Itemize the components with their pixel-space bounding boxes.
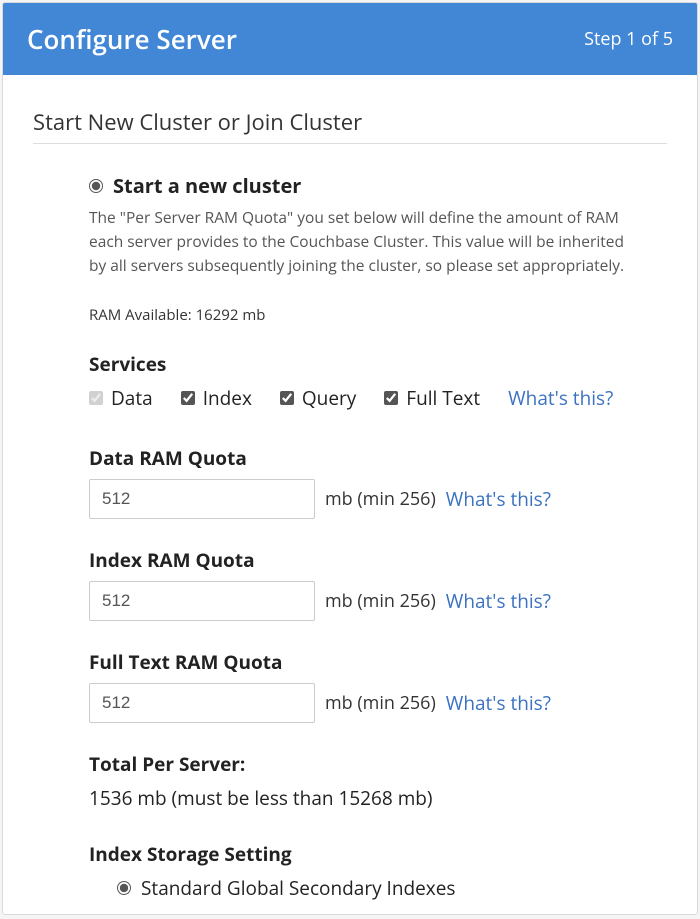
- ram-available: RAM Available: 16292 mb: [89, 305, 637, 325]
- fulltext-quota-whats-this-link[interactable]: What's this?: [446, 690, 551, 716]
- data-quota-note: mb (min 256): [325, 487, 436, 511]
- service-data-label: Data: [111, 385, 153, 411]
- service-query-checkbox[interactable]: [280, 391, 294, 405]
- storage-standard-radio[interactable]: [117, 881, 131, 895]
- page-title: Configure Server: [27, 21, 237, 57]
- service-index-label: Index: [203, 385, 252, 411]
- data-quota-label: Data RAM Quota: [89, 445, 637, 471]
- index-storage-heading: Index Storage Setting: [89, 841, 637, 867]
- cluster-config: Start a new cluster The "Per Server RAM …: [33, 172, 667, 915]
- total-value: 1536 mb (must be less than 15268 mb): [89, 785, 637, 811]
- total-label: Total Per Server:: [89, 751, 637, 777]
- step-indicator: Step 1 of 5: [584, 27, 673, 51]
- service-fulltext-checkbox[interactable]: [384, 391, 398, 405]
- index-quota-label: Index RAM Quota: [89, 547, 637, 573]
- index-quota-note: mb (min 256): [325, 589, 436, 613]
- storage-standard-option[interactable]: Standard Global Secondary Indexes: [117, 875, 637, 901]
- data-quota-group: Data RAM Quota mb (min 256) What's this?: [89, 445, 637, 519]
- cluster-description: The "Per Server RAM Quota" you set below…: [89, 205, 637, 277]
- fulltext-quota-input[interactable]: [89, 683, 315, 723]
- index-quota-whats-this-link[interactable]: What's this?: [446, 588, 551, 614]
- storage-memory-optimized-option[interactable]: Memory-Optimized Global Secondary Indexe…: [117, 909, 637, 915]
- storage-standard-label: Standard Global Secondary Indexes: [141, 875, 455, 901]
- start-new-cluster-label: Start a new cluster: [113, 172, 301, 199]
- services-whats-this-link[interactable]: What's this?: [508, 385, 613, 411]
- service-fulltext[interactable]: Full Text: [384, 385, 480, 411]
- services-heading: Services: [89, 351, 637, 377]
- service-query[interactable]: Query: [280, 385, 356, 411]
- data-quota-whats-this-link[interactable]: What's this?: [446, 486, 551, 512]
- index-quota-input[interactable]: [89, 581, 315, 621]
- wizard-panel: Configure Server Step 1 of 5 Start New C…: [2, 2, 698, 915]
- section-title: Start New Cluster or Join Cluster: [33, 107, 667, 144]
- service-index[interactable]: Index: [181, 385, 252, 411]
- start-new-cluster-radio[interactable]: [89, 179, 103, 193]
- fulltext-quota-note: mb (min 256): [325, 691, 436, 715]
- wizard-header: Configure Server Step 1 of 5: [3, 3, 697, 75]
- service-query-label: Query: [302, 385, 356, 411]
- index-quota-group: Index RAM Quota mb (min 256) What's this…: [89, 547, 637, 621]
- wizard-content: Start New Cluster or Join Cluster Start …: [3, 75, 697, 915]
- service-data-checkbox[interactable]: [89, 391, 103, 405]
- start-new-cluster-option[interactable]: Start a new cluster: [89, 172, 637, 199]
- index-storage-options: Standard Global Secondary Indexes Memory…: [89, 875, 637, 915]
- storage-memory-optimized-label: Memory-Optimized Global Secondary Indexe…: [141, 909, 546, 915]
- service-data[interactable]: Data: [89, 385, 153, 411]
- fulltext-quota-label: Full Text RAM Quota: [89, 649, 637, 675]
- service-index-checkbox[interactable]: [181, 391, 195, 405]
- service-fulltext-label: Full Text: [406, 385, 480, 411]
- services-row: Data Index Query Full Text What's this?: [89, 385, 637, 411]
- data-quota-input[interactable]: [89, 479, 315, 519]
- fulltext-quota-group: Full Text RAM Quota mb (min 256) What's …: [89, 649, 637, 723]
